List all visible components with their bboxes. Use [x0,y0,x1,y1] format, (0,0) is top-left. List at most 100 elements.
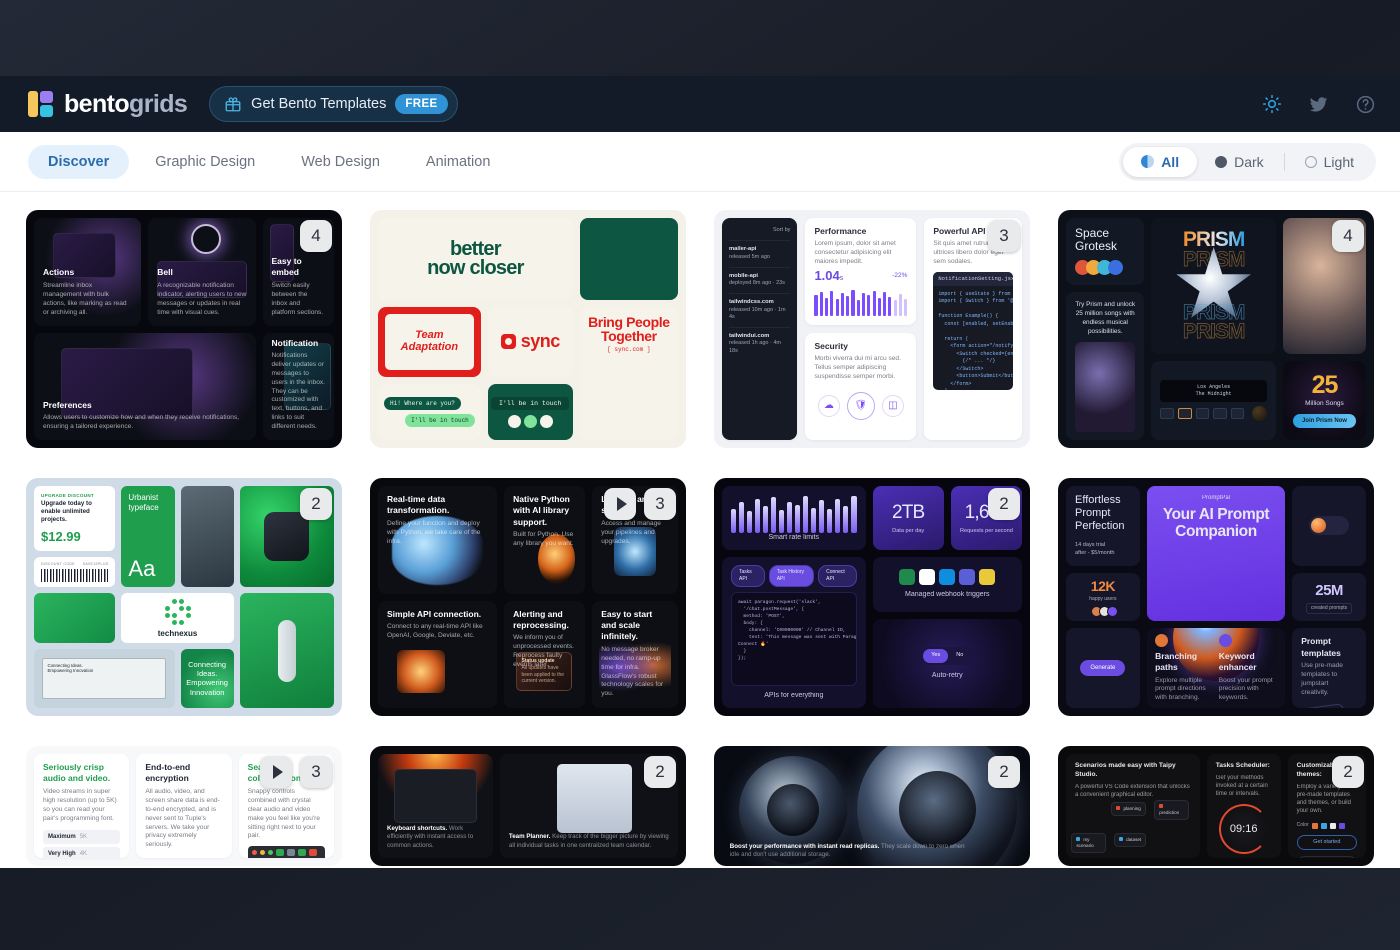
tab-web-design[interactable]: Web Design [281,145,400,179]
stop-button[interactable] [1195,407,1210,419]
toggle-no[interactable]: No [948,649,971,662]
tile-taipy-studio: Scenarios made easy with Taipy Studio. A… [1066,754,1200,858]
inter-medium-button[interactable]: Inter Medium [1296,856,1357,858]
tile-webhook-triggers: Managed webhook triggers [872,557,1022,613]
help-circle-icon[interactable] [1355,94,1376,115]
phone-row-meta: released 5m ago [729,254,770,261]
phone-row: tailwindcss.com released 10m ago · 1m 4s [729,292,791,327]
player-city: Los Angeles [1197,383,1231,390]
tile-ill-be-in-touch: I'll be in touch [487,384,573,440]
theme-option-light[interactable]: Light [1287,147,1372,177]
api-pill[interactable]: Connect API [818,565,857,587]
quality-row[interactable]: Maximum 5K [43,829,121,844]
join-prism-button[interactable]: Join Prism Now [1292,413,1356,428]
player-screen: Los Angeles The Midnight [1160,379,1267,402]
quality-row[interactable]: Very High 4K [43,846,121,858]
card-inner-grid: Sort by mailer-api released 5m ago mobil… [714,210,1030,448]
phone-row-name: tailwindcss.com [729,298,774,305]
tile-bell: Bell A recognizable notification indicat… [148,218,256,326]
tile-music-player: Los Angeles The Midnight [1151,360,1276,440]
yes-no-toggle[interactable]: Yes No [921,647,974,665]
volume-knob[interactable] [1252,405,1267,421]
theme-filter-switch: All Dark Light [1119,142,1376,181]
card-notification-system[interactable]: 4 Actions Streamline inbox management wi… [26,210,342,448]
card-technexus-brand[interactable]: 2 UPGRADE DISCOUNT Upgrade today to enab… [26,478,342,716]
api-pill[interactable]: Task History API [768,565,815,587]
rate-limits-caption: Smart rate limits [768,533,820,541]
tile-body: No message broker needed, no ramp-up tim… [601,645,664,698]
tab-graphic-design[interactable]: Graphic Design [135,145,275,179]
tile-body: Define your function and deploy with Pyt… [387,519,481,545]
tile-phone-preview: Sort by mailer-api released 5m ago mobil… [722,218,798,440]
play-video-button[interactable] [604,488,636,520]
twitter-icon[interactable] [1308,94,1329,115]
template-chip[interactable]: 14 templates [1300,702,1345,708]
card-sync-brand[interactable]: better now closer Team Adaptation sync B… [370,210,686,448]
tile-notification: Notification Notifications deliver updat… [262,332,334,440]
card-paragon-api[interactable]: 2 Smart rate limits 2TB Data per day 1,6… [714,478,1030,716]
card-tuple-video[interactable]: 3 Seriously crisp audio and video. Video… [26,746,342,866]
templates-title: Prompt templates [1301,636,1341,658]
tile-signage-photo: Connecting Ideas. Empowering Innovation [34,648,175,708]
tile-text: Actions Streamline inbox management with… [43,267,132,317]
tab-animation[interactable]: Animation [406,145,510,179]
rewind-button[interactable] [1160,407,1175,419]
feature-toggle[interactable] [1309,516,1350,536]
api-pill[interactable]: Tasks API [731,565,765,587]
play-video-button[interactable] [260,756,292,788]
theme-option-all[interactable]: All [1123,146,1198,177]
brand-logo[interactable]: bentogrids [28,90,188,119]
forward-button[interactable] [1230,407,1245,419]
hero-line-2: Companion [1175,523,1257,541]
code-window: NotificationSetting.jsx import { useStat… [933,272,1013,391]
tile-chat-bubbles: Hi! Where are you? I'll be in touch [378,384,481,440]
play-button[interactable] [1178,407,1192,419]
prism-word-main: PRISM [1182,228,1246,252]
toggle-yes[interactable]: Yes [923,649,949,663]
tile-created-prompts: 25M created prompts [1292,572,1366,622]
tile-body: Switch easily between the inbox and plat… [271,281,324,316]
card-inner-grid: Actions Streamline inbox management with… [26,210,342,448]
player-controls[interactable] [1160,405,1267,421]
tile-bring-people-together: Bring People Together [ sync.com ] [579,306,678,440]
chat-bubble-outgoing: I'll be in touch [405,414,475,428]
generate-button[interactable]: Generate [1080,660,1126,677]
tile-sync-logo: sync [487,306,573,378]
promo-kicker: UPGRADE DISCOUNT [41,493,95,498]
tile-title: Scenarios made easy with Taipy Studio. [1075,762,1176,778]
tile-prism-promo: Try Prism and unlock 25 million songs wi… [1066,291,1145,440]
tile-apis-for-everything: Tasks API Task History API Connect API a… [722,557,866,708]
tile-bottle-photo [239,593,334,708]
logo-square-purple-shape [40,91,53,103]
card-taipy-studio[interactable]: 2 Scenarios made easy with Taipy Studio.… [1058,746,1374,866]
bento-gallery[interactable]: 4 Actions Streamline inbox management wi… [0,192,1400,868]
tab-discover[interactable]: Discover [28,144,130,179]
card-glassflow-data[interactable]: 3 Real-time data transformation. Define … [370,478,686,716]
get-bento-templates-button[interactable]: Get Bento Templates FREE [209,86,458,122]
color-picker-row[interactable]: Color [1297,822,1357,829]
tile-text: Easy to embed Switch easily between the … [272,256,326,318]
cloud-icon: ☁ [817,395,840,418]
tile-title: Real-time data transformation. [387,494,450,516]
get-started-button[interactable]: Get started [1296,834,1357,851]
tile-api-connection: Simple API connection. Connect to any re… [378,600,498,708]
scheduler-clock: 09:16 [1218,804,1269,855]
card-inner-grid: Seriously crisp audio and video. Video s… [26,746,342,866]
card-promptpal-ai[interactable]: Effortless Prompt Perfection 14 days tri… [1058,478,1374,716]
eff-line-3: Perfection [1075,520,1125,533]
card-prism-music[interactable]: 4 Space Grotesk Try Prism and unlock 25 … [1058,210,1374,448]
tile-body: Allows users to customize how and when t… [43,414,240,431]
hero-line-1: better [449,237,502,260]
barcode-graphic [41,569,109,583]
card-read-replicas[interactable]: 2 Boost your performance with instant re… [714,746,1030,866]
pause-button[interactable] [1213,407,1227,419]
card-productivity-dark[interactable]: 2 Keyboard shortcuts. Work efficiently w… [370,746,686,866]
theme-option-dark[interactable]: Dark [1197,147,1282,177]
tile-data-transformation: Real-time data transformation. Define yo… [378,486,498,594]
tile-encryption: End-to-end encryption All audio, video, … [136,754,232,858]
card-saas-light[interactable]: 3 Sort by mailer-api released 5m ago mob… [714,210,1030,448]
phone-row-meta: released 10m ago · 1m 4s [729,306,786,321]
shield-icon: 🛡 [846,392,875,421]
sun-icon[interactable] [1262,94,1282,114]
theme-all-label: All [1161,153,1180,170]
